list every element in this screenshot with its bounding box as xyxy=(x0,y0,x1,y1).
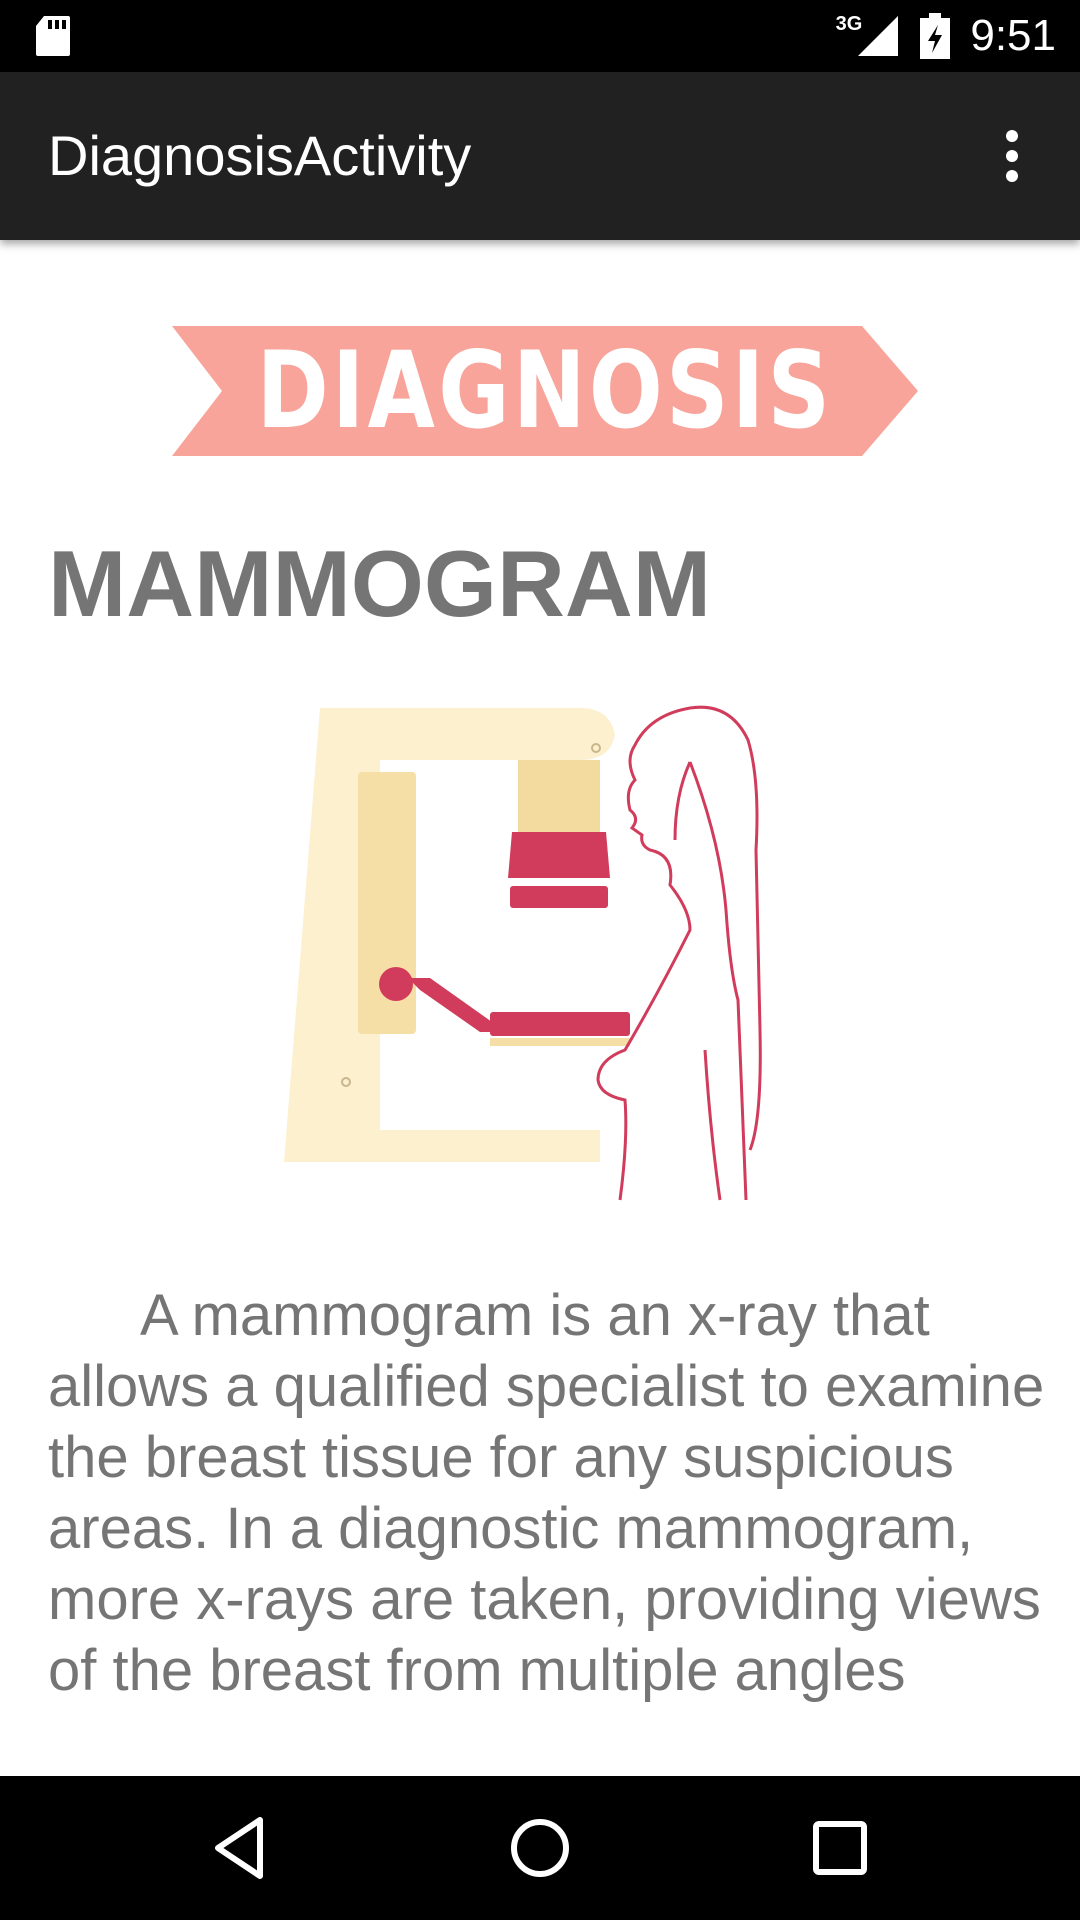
network-type-label: 3G xyxy=(835,12,863,35)
app-bar: DiagnosisActivity xyxy=(0,72,1080,240)
page-heading: MAMMOGRAM xyxy=(48,531,712,636)
description-text: A mammogram is an x-ray that allows a qu… xyxy=(48,1283,1045,1703)
content-scroll-area[interactable]: DIAGNOSIS MAMMOGRAM A mammogram is an x-… xyxy=(0,240,1080,1726)
recents-icon[interactable] xyxy=(802,1810,878,1886)
diagnosis-banner: DIAGNOSIS xyxy=(172,326,918,456)
navigation-bar xyxy=(0,1776,1080,1920)
signal-icon xyxy=(858,16,899,56)
banner-text: DIAGNOSIS xyxy=(256,329,834,452)
back-icon[interactable] xyxy=(204,1810,280,1886)
clock: 9:51 xyxy=(970,11,1056,60)
status-bar: 3G 9:51 xyxy=(0,0,1080,72)
mammogram-machine-illustration xyxy=(284,705,762,1201)
battery-icon xyxy=(920,13,951,59)
home-icon[interactable] xyxy=(502,1810,578,1886)
app-title: DiagnosisActivity xyxy=(48,124,472,187)
overflow-menu-icon[interactable] xyxy=(982,126,1042,186)
sd-card-icon xyxy=(36,16,70,56)
